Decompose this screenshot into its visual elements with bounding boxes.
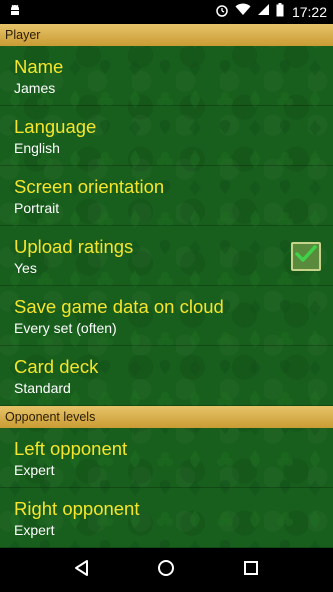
pref-name[interactable]: Name James xyxy=(0,46,333,106)
pref-title: Card deck xyxy=(14,356,99,377)
signal-icon xyxy=(257,3,270,21)
android-debug-icon xyxy=(8,3,22,22)
pref-upload-ratings[interactable]: Upload ratings Yes xyxy=(0,226,333,286)
status-bar: 17:22 xyxy=(0,0,333,24)
pref-title: Upload ratings xyxy=(14,236,134,257)
pref-summary: Every set (often) xyxy=(14,320,117,336)
battery-icon xyxy=(276,2,284,22)
pref-summary: James xyxy=(14,80,56,96)
pref-screen-orientation[interactable]: Screen orientation Portrait xyxy=(0,166,333,226)
navigation-bar xyxy=(0,548,333,592)
pref-summary: English xyxy=(14,140,60,156)
pref-summary: Standard xyxy=(14,380,71,396)
pref-title: Left opponent xyxy=(14,438,128,459)
pref-summary: Portrait xyxy=(14,200,60,216)
pref-title: Language xyxy=(14,116,97,137)
pref-left-opponent[interactable]: Left opponent Expert xyxy=(0,428,333,488)
upload-ratings-checkbox[interactable] xyxy=(291,242,321,271)
home-icon xyxy=(157,559,175,582)
back-button[interactable] xyxy=(62,550,102,590)
section-header-opponent-levels: Opponent levels xyxy=(0,406,333,428)
pref-title: Right opponent xyxy=(14,498,140,519)
pref-language[interactable]: Language English xyxy=(0,106,333,166)
pref-card-deck[interactable]: Card deck Standard xyxy=(0,346,333,406)
settings-list[interactable]: Player Name James Language English Scree… xyxy=(0,24,333,548)
pref-summary: Expert xyxy=(14,462,55,478)
checkmark-icon xyxy=(295,245,317,268)
pref-save-game-data[interactable]: Save game data on cloud Every set (often… xyxy=(0,286,333,346)
pref-title: Screen orientation xyxy=(14,176,165,197)
home-button[interactable] xyxy=(146,550,186,590)
pref-summary: Expert xyxy=(14,522,55,538)
pref-summary: Yes xyxy=(14,260,37,276)
wifi-icon xyxy=(235,3,251,21)
pref-right-opponent[interactable]: Right opponent Expert xyxy=(0,488,333,548)
alarm-icon xyxy=(215,3,229,22)
back-icon xyxy=(73,559,91,582)
status-time: 17:22 xyxy=(291,4,327,20)
recents-icon xyxy=(243,560,259,581)
recents-button[interactable] xyxy=(231,550,271,590)
section-header-player: Player xyxy=(0,24,333,46)
pref-title: Save game data on cloud xyxy=(14,296,224,317)
pref-title: Name xyxy=(14,56,64,77)
